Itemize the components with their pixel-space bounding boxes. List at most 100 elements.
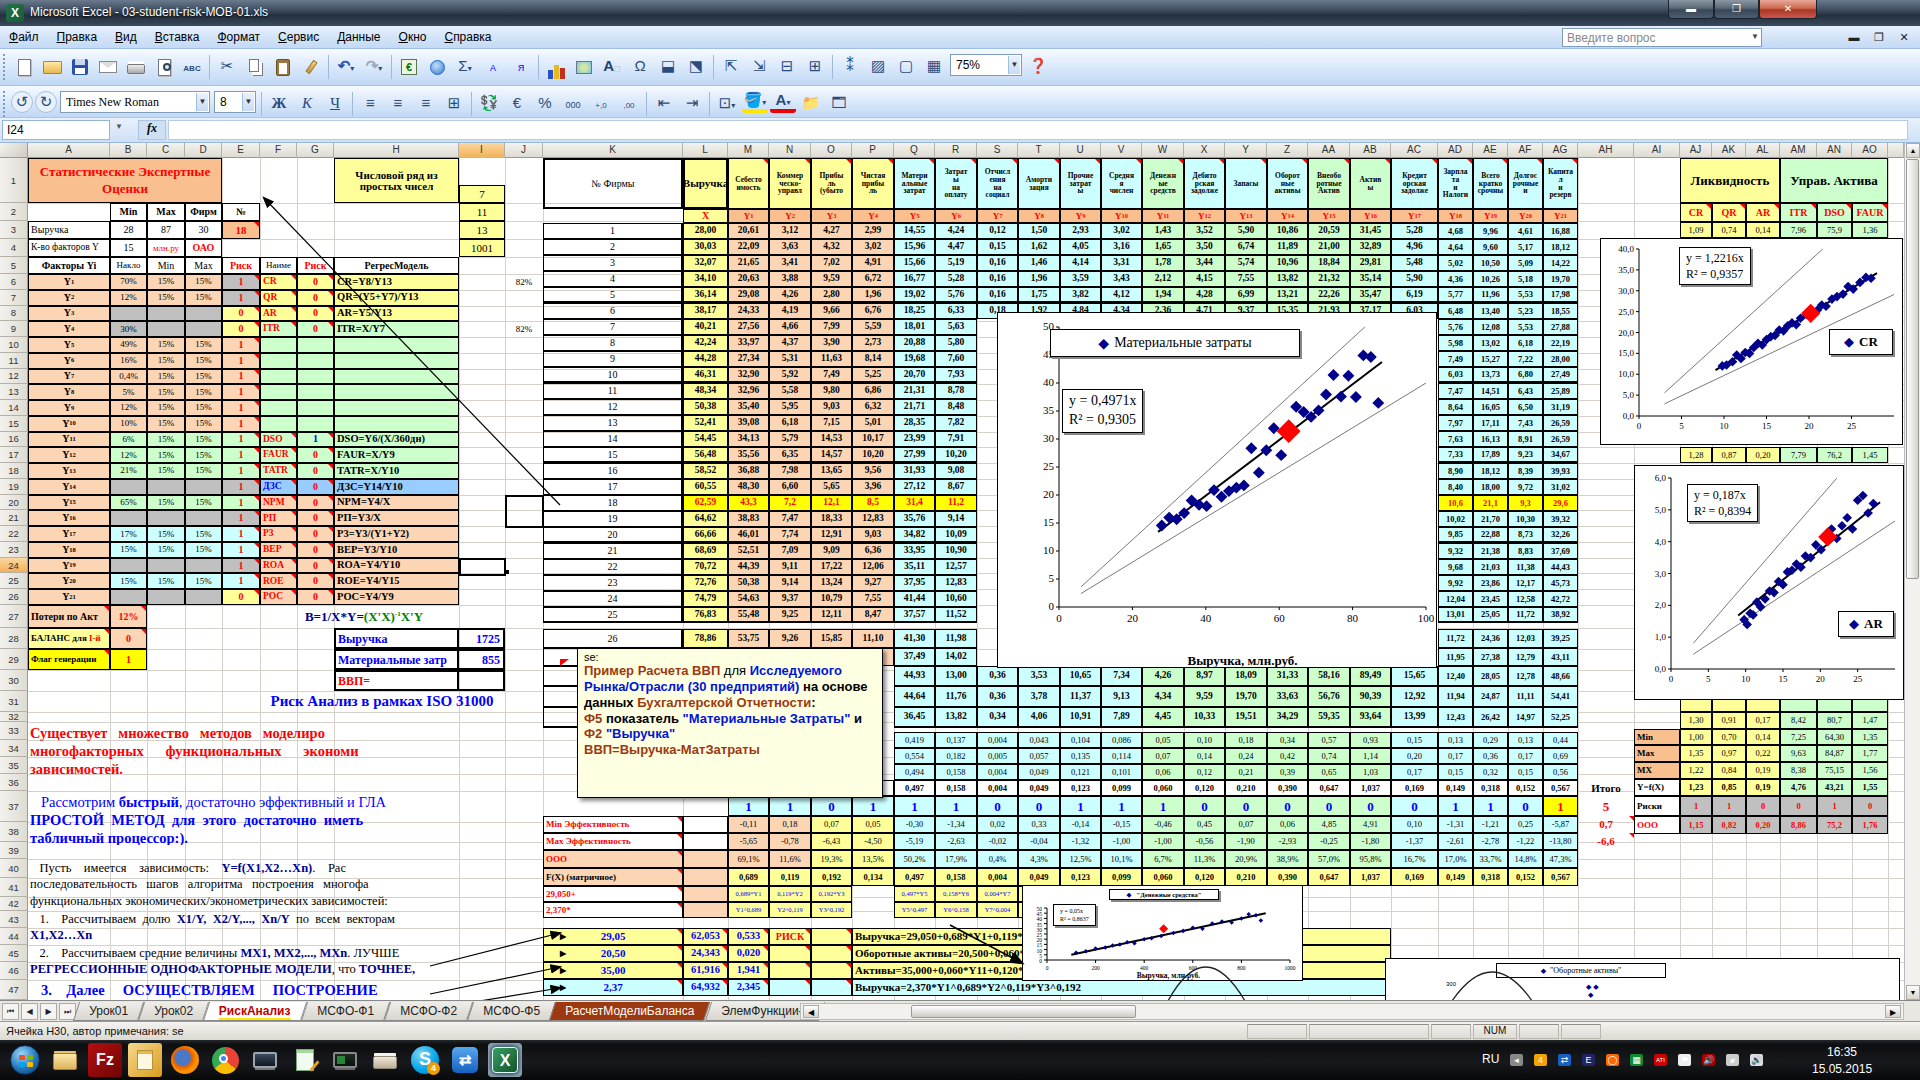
cell[interactable]: 33,95 bbox=[894, 543, 935, 559]
cell[interactable]: 9,13 bbox=[1101, 686, 1142, 707]
cell[interactable]: 0,15 bbox=[1391, 732, 1438, 748]
menu-Правка[interactable]: Правка bbox=[48, 26, 107, 49]
cell[interactable]: 0,004 bbox=[977, 868, 1018, 886]
cell[interactable]: -0,14 bbox=[1060, 816, 1101, 833]
cell[interactable]: 82% bbox=[505, 321, 543, 337]
factor-Y9[interactable]: Y9 bbox=[28, 400, 110, 416]
cell[interactable]: 6,19 bbox=[1391, 287, 1438, 303]
cell[interactable]: 6,03 bbox=[1438, 367, 1473, 383]
cell[interactable]: 3,96 bbox=[852, 479, 894, 495]
cell[interactable]: МХ bbox=[1634, 762, 1680, 779]
cell[interactable]: Y7 bbox=[977, 209, 1018, 223]
cell[interactable]: 1,62 bbox=[1018, 239, 1060, 255]
cell[interactable]: BEP bbox=[260, 542, 297, 558]
cell[interactable]: 15% bbox=[185, 290, 222, 306]
cell[interactable]: 1,35 bbox=[1852, 729, 1888, 745]
cell[interactable] bbox=[297, 353, 334, 369]
cell[interactable]: 9,14 bbox=[935, 511, 977, 527]
cell[interactable]: 12% bbox=[110, 605, 147, 628]
cell[interactable]: 0,14 bbox=[1184, 748, 1225, 764]
dec-indent-icon[interactable]: ⇤ bbox=[651, 90, 677, 116]
column-header-F[interactable]: F bbox=[260, 143, 297, 158]
menu-Сервис[interactable]: Сервис bbox=[269, 26, 328, 49]
cell[interactable]: 0 bbox=[1225, 796, 1267, 816]
cell[interactable]: 6% bbox=[110, 432, 147, 448]
cell[interactable]: Y9 bbox=[1060, 209, 1101, 223]
cell[interactable]: РП bbox=[260, 510, 297, 526]
cell[interactable]: 2,73 bbox=[852, 335, 894, 351]
column-header-O[interactable]: O bbox=[811, 143, 852, 158]
cell[interactable]: 4,37 bbox=[769, 335, 811, 351]
cell[interactable]: 1 bbox=[1817, 796, 1852, 816]
cell[interactable]: 4,66 bbox=[769, 319, 811, 335]
cell[interactable]: 1 bbox=[1473, 796, 1508, 816]
sheet-tab-МСФО-Ф5[interactable]: МСФО-Ф5 bbox=[466, 1002, 555, 1021]
cell[interactable] bbox=[185, 558, 222, 574]
cell[interactable]: CR=Y8/Y13 bbox=[334, 274, 459, 290]
cell[interactable]: 8,91 bbox=[1508, 431, 1543, 447]
vertical-scrollbar[interactable]: ▲▼ bbox=[1904, 143, 1920, 1000]
cell[interactable]: 1 bbox=[297, 432, 334, 448]
column-header-AL[interactable]: AL bbox=[1746, 143, 1780, 158]
cell[interactable]: 12,92 bbox=[1391, 686, 1438, 707]
cell[interactable] bbox=[683, 886, 728, 902]
cell[interactable]: 15% bbox=[185, 573, 222, 589]
chart-ar[interactable]: 0,01,02,03,04,05,06,00510152025◆ARy = 0,… bbox=[1634, 465, 1904, 700]
cell[interactable] bbox=[147, 558, 185, 574]
row-header-44[interactable]: 44 bbox=[0, 928, 28, 945]
cell[interactable]: -1,32 bbox=[1060, 833, 1101, 850]
cell[interactable]: 0,099 bbox=[1101, 780, 1142, 796]
cell[interactable]: 57,0% bbox=[1308, 850, 1350, 868]
cell[interactable]: 0 bbox=[297, 542, 334, 558]
cell[interactable]: 35,40 bbox=[728, 399, 769, 415]
cell[interactable]: Y11 bbox=[1142, 209, 1184, 223]
print-icon[interactable] bbox=[123, 53, 149, 79]
cell[interactable]: 4,91 bbox=[852, 255, 894, 271]
forward-icon[interactable]: ↻ bbox=[35, 91, 57, 113]
cell[interactable]: Р3=Y3/(Y1+Y2) bbox=[334, 526, 459, 542]
cell[interactable]: Y2 bbox=[769, 209, 811, 223]
cell[interactable]: 13,40 bbox=[1473, 303, 1508, 319]
cell[interactable]: 9,3 bbox=[1508, 495, 1543, 511]
cell[interactable]: 11,72 bbox=[1438, 629, 1473, 648]
cell[interactable]: 38,92 bbox=[1543, 607, 1578, 623]
cell[interactable]: 52,25 bbox=[1543, 707, 1578, 728]
chart-cr[interactable]: 0,05,010,015,020,025,030,035,040,0051015… bbox=[1600, 238, 1903, 445]
cell[interactable]: 34,29 bbox=[1267, 707, 1308, 728]
omega-icon[interactable]: Ω bbox=[627, 53, 653, 79]
cell[interactable]: 15% bbox=[185, 526, 222, 542]
cell[interactable]: 0,16 bbox=[977, 287, 1018, 303]
cell[interactable]: 35,56 bbox=[728, 447, 769, 463]
cell[interactable]: -2,93 bbox=[1267, 833, 1308, 850]
cell[interactable]: 18 bbox=[222, 221, 260, 239]
cell[interactable]: -1,34 bbox=[935, 816, 977, 833]
cell[interactable]: 42,72 bbox=[1543, 591, 1578, 607]
factor-Y18[interactable]: Y18 bbox=[28, 542, 110, 558]
new-icon[interactable] bbox=[11, 53, 37, 79]
cell[interactable]: 49% bbox=[110, 337, 147, 353]
cell[interactable]: 15,85 bbox=[811, 629, 852, 648]
cell[interactable]: 0,65 bbox=[1308, 764, 1350, 780]
cell[interactable]: 9,66 bbox=[811, 303, 852, 319]
cell[interactable]: 35,14 bbox=[1350, 271, 1391, 287]
column-header-AJ[interactable]: AJ bbox=[1680, 143, 1712, 158]
cell[interactable]: 0,39 bbox=[1267, 764, 1308, 780]
row-header-4[interactable]: 4 bbox=[0, 239, 28, 257]
cell[interactable]: 82% bbox=[505, 274, 543, 290]
cell[interactable]: 44,64 bbox=[894, 686, 935, 707]
cell[interactable]: 0,44 bbox=[1543, 732, 1578, 748]
col-R-header[interactable]: Затратынаоплату bbox=[935, 158, 977, 209]
cell[interactable]: 0,043 bbox=[1018, 732, 1060, 748]
cell[interactable]: -1,80 bbox=[1350, 833, 1391, 850]
cell[interactable]: 5,25 bbox=[852, 367, 894, 383]
cell[interactable]: 0,13 bbox=[1438, 732, 1473, 748]
cell[interactable]: 0 bbox=[1018, 796, 1060, 816]
taskbar-printer[interactable] bbox=[368, 1043, 402, 1077]
cell[interactable] bbox=[110, 306, 147, 322]
cell[interactable]: 0,93 bbox=[1350, 732, 1391, 748]
cell[interactable]: 10,1% bbox=[1101, 850, 1142, 868]
cell[interactable]: 0,15 bbox=[1508, 764, 1543, 780]
cell[interactable]: 29,81 bbox=[1350, 255, 1391, 271]
cell[interactable]: Риск bbox=[222, 257, 260, 274]
sheet-tab-РискАнализ[interactable]: РискАнализ bbox=[203, 1002, 307, 1021]
